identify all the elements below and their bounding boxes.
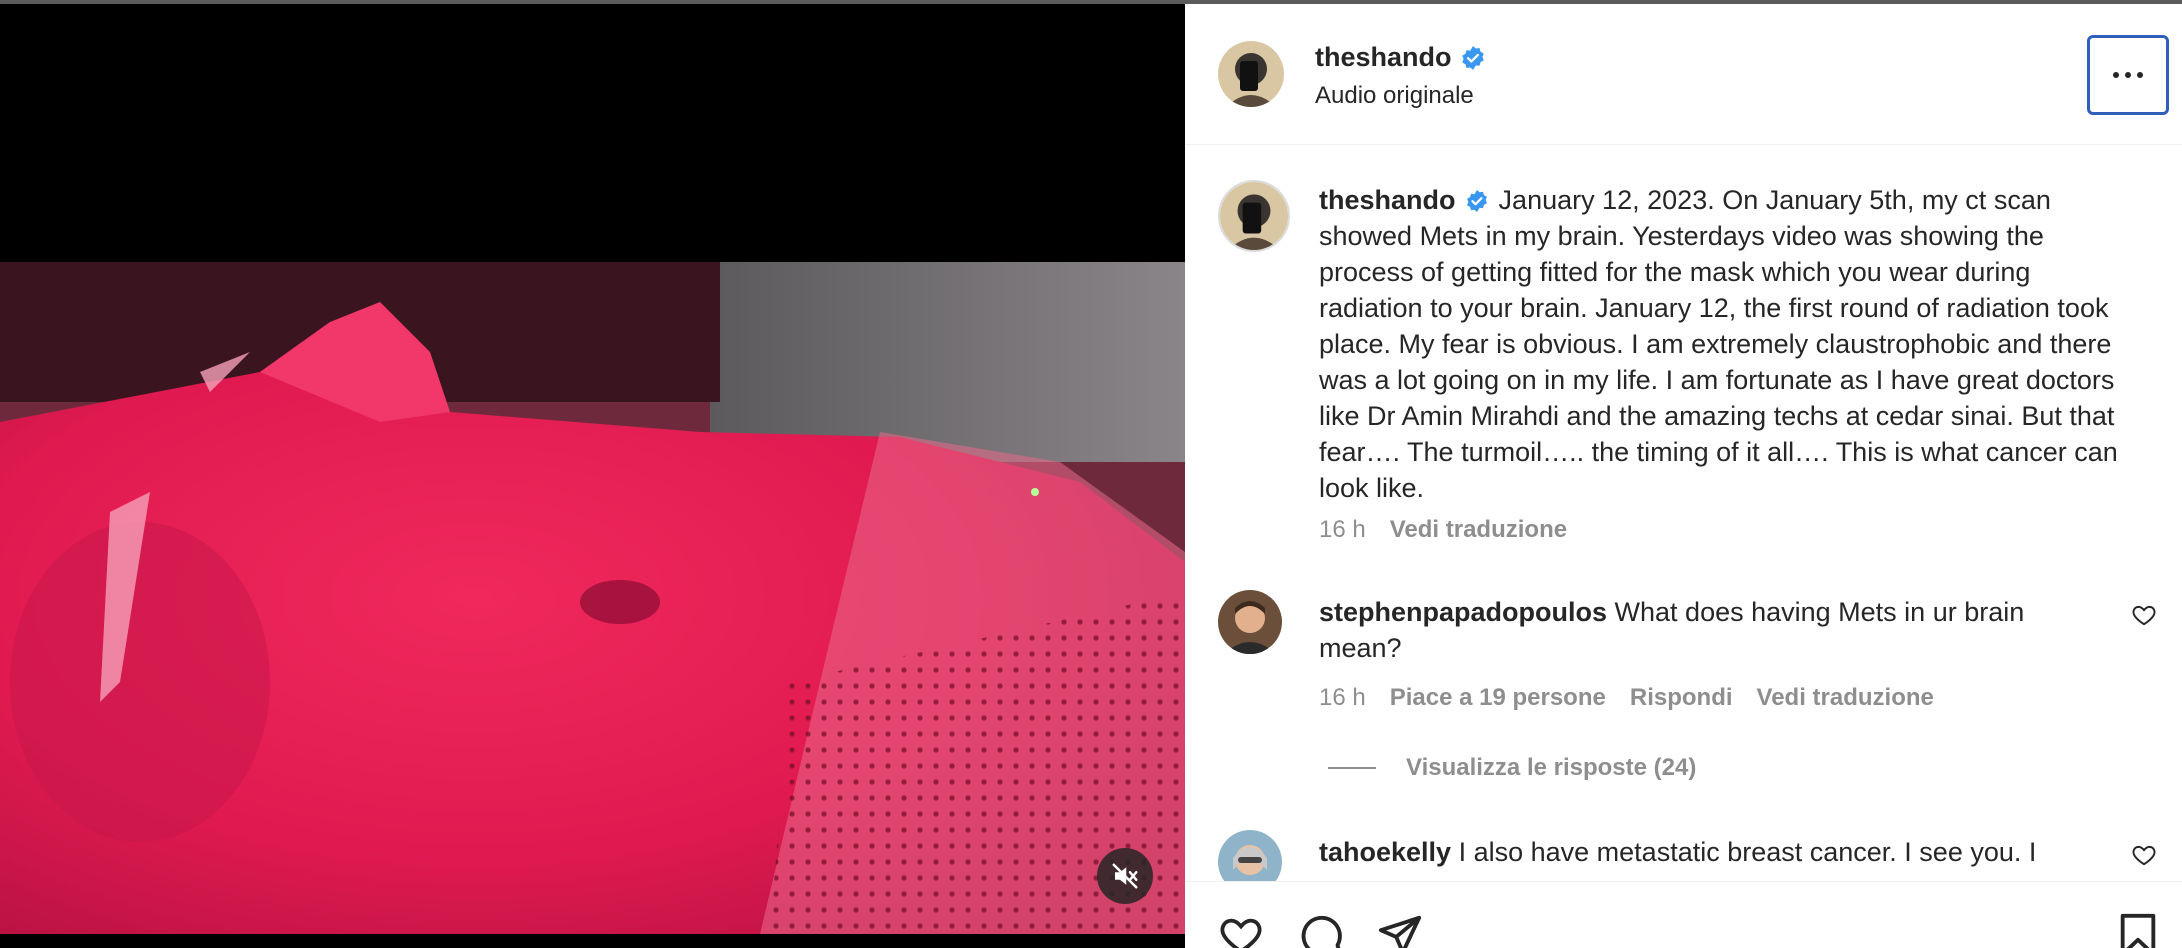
comment-likes-count[interactable]: Piace a 19 persone xyxy=(1390,684,1606,712)
view-replies-button[interactable]: Visualizza le risposte (24) xyxy=(1328,754,1696,782)
post-video[interactable] xyxy=(0,4,1185,948)
post-details-panel: theshando Audio originale theshando Janu… xyxy=(1185,4,2182,948)
comment-like-heart-icon[interactable] xyxy=(2131,602,2157,628)
audio-label[interactable]: Audio originale xyxy=(1315,82,1474,110)
more-options-icon xyxy=(2113,72,2143,78)
comments-list[interactable]: theshando January 12, 2023. On January 5… xyxy=(1185,146,2182,881)
comment-like-heart-icon[interactable] xyxy=(2131,842,2157,868)
comment-text: stephenpapadopoulos What does having Met… xyxy=(1319,594,2109,666)
caption-meta: 16 h Vedi traduzione xyxy=(1319,516,1567,544)
share-icon[interactable] xyxy=(1377,912,1423,948)
author-name-row: theshando xyxy=(1315,42,1486,73)
comment-username[interactable]: tahoekelly xyxy=(1319,837,1451,867)
post-caption: theshando January 12, 2023. On January 5… xyxy=(1319,182,2139,506)
verified-badge-icon xyxy=(1461,45,1484,70)
author-avatar[interactable] xyxy=(1218,41,1284,107)
comment-translate-link[interactable]: Vedi traduzione xyxy=(1757,684,1934,712)
caption-translate-link[interactable]: Vedi traduzione xyxy=(1390,516,1567,544)
mute-toggle-button[interactable] xyxy=(1097,848,1153,904)
caption-author-avatar[interactable] xyxy=(1218,180,1290,252)
commenter-avatar[interactable] xyxy=(1218,830,1282,881)
comment-body: I also have metastatic breast cancer. I … xyxy=(1458,837,2037,867)
heart-icon[interactable] xyxy=(1218,912,1264,948)
commenter-avatar[interactable] xyxy=(1218,590,1282,654)
caption-timestamp[interactable]: 16 h xyxy=(1319,516,1366,544)
caption-username[interactable]: theshando xyxy=(1319,185,1456,215)
muted-speaker-icon xyxy=(1112,863,1138,889)
comment-username[interactable]: stephenpapadopoulos xyxy=(1319,597,1607,627)
comment-timestamp[interactable]: 16 h xyxy=(1319,684,1366,712)
view-replies-label: Visualizza le risposte (24) xyxy=(1406,754,1697,781)
post-header: theshando Audio originale xyxy=(1185,4,2182,145)
comment-text: tahoekelly I also have metastatic breast… xyxy=(1319,834,2109,870)
more-options-button[interactable] xyxy=(2087,35,2169,115)
bookmark-icon[interactable] xyxy=(2115,912,2161,948)
post-action-bar xyxy=(1185,881,2182,948)
verified-badge-icon xyxy=(1467,190,1487,212)
comment-reply-button[interactable]: Rispondi xyxy=(1630,684,1733,712)
caption-body: January 12, 2023. On January 5th, my ct … xyxy=(1319,185,2118,503)
author-username[interactable]: theshando xyxy=(1315,42,1452,73)
replies-divider xyxy=(1328,767,1376,769)
video-frame-image xyxy=(0,262,1185,934)
comment-meta: 16 h Piace a 19 persone Rispondi Vedi tr… xyxy=(1319,684,1934,712)
comment-icon[interactable] xyxy=(1298,912,1344,948)
